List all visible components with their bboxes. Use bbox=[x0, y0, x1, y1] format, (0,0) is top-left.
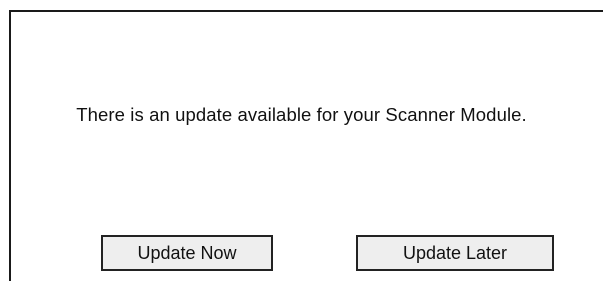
update-message: There is an update available for your Sc… bbox=[76, 104, 527, 125]
dialog-border-left bbox=[9, 10, 11, 281]
update-later-button[interactable]: Update Later bbox=[356, 235, 554, 271]
update-now-button[interactable]: Update Now bbox=[101, 235, 273, 271]
update-dialog: There is an update available for your Sc… bbox=[0, 0, 603, 281]
dialog-border-top bbox=[9, 10, 603, 12]
